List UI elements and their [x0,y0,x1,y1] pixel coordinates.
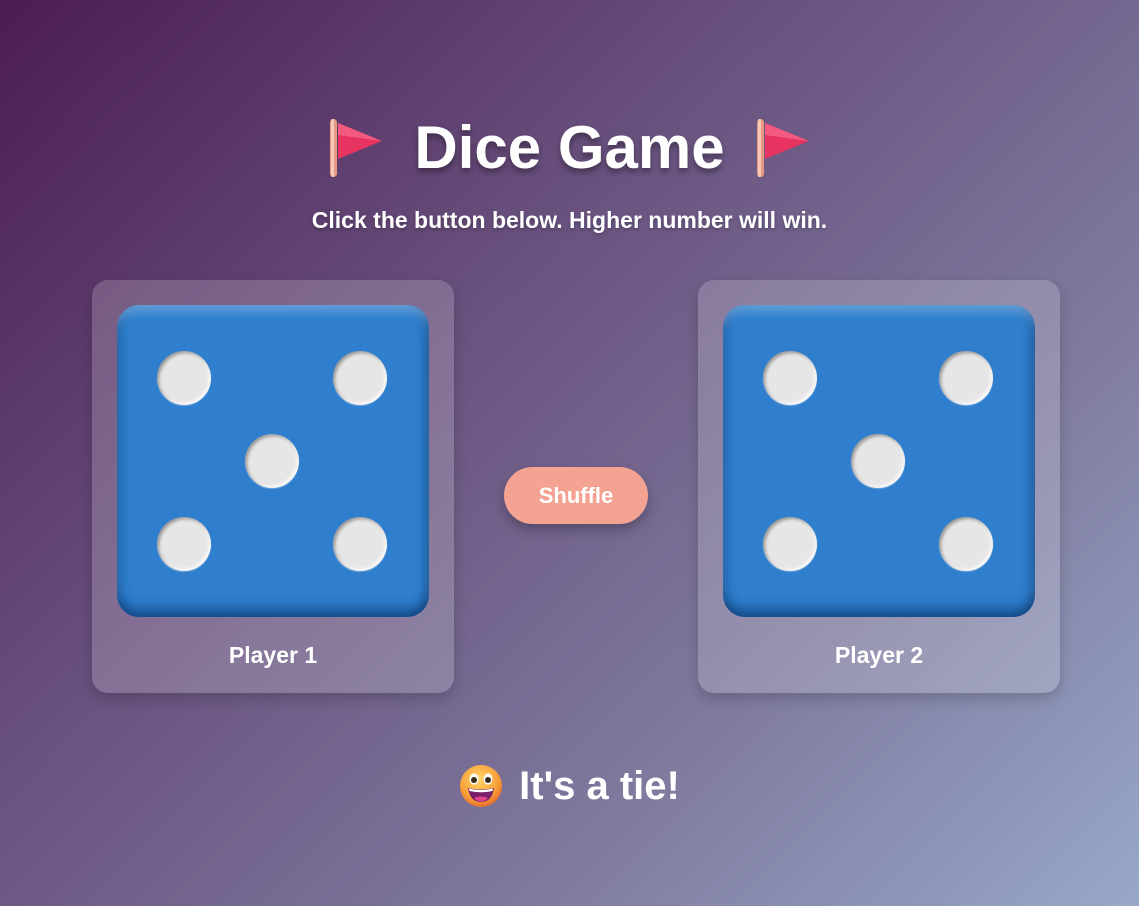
player-1-label: Player 1 [228,642,318,668]
die-pip [939,351,993,405]
die-pip [939,517,993,571]
die-pip [157,351,211,405]
player-1-card: Player 1 [92,280,454,693]
flag-icon [330,119,383,177]
result-text: It's a tie! [519,764,680,808]
die-pip [763,517,817,571]
die-pip [763,351,817,405]
player-2-die [723,305,1035,617]
shuffle-button[interactable]: Shuffle [504,467,648,524]
result-message: It's a tie! [0,762,1139,810]
die-pip [333,517,387,571]
player-1-die [117,305,429,617]
die-pip [851,434,905,488]
die-pip [245,434,299,488]
title-text: Dice Game [414,114,725,181]
page-title: Dice Game [0,108,1139,188]
flag-icon [756,119,809,177]
instructions-text: Click the button below. Higher number wi… [311,207,828,233]
player-2-label: Player 2 [834,642,924,668]
die-pip [157,517,211,571]
die-pip [333,351,387,405]
player-2-card: Player 2 [698,280,1060,693]
grinning-face-icon [460,765,503,807]
